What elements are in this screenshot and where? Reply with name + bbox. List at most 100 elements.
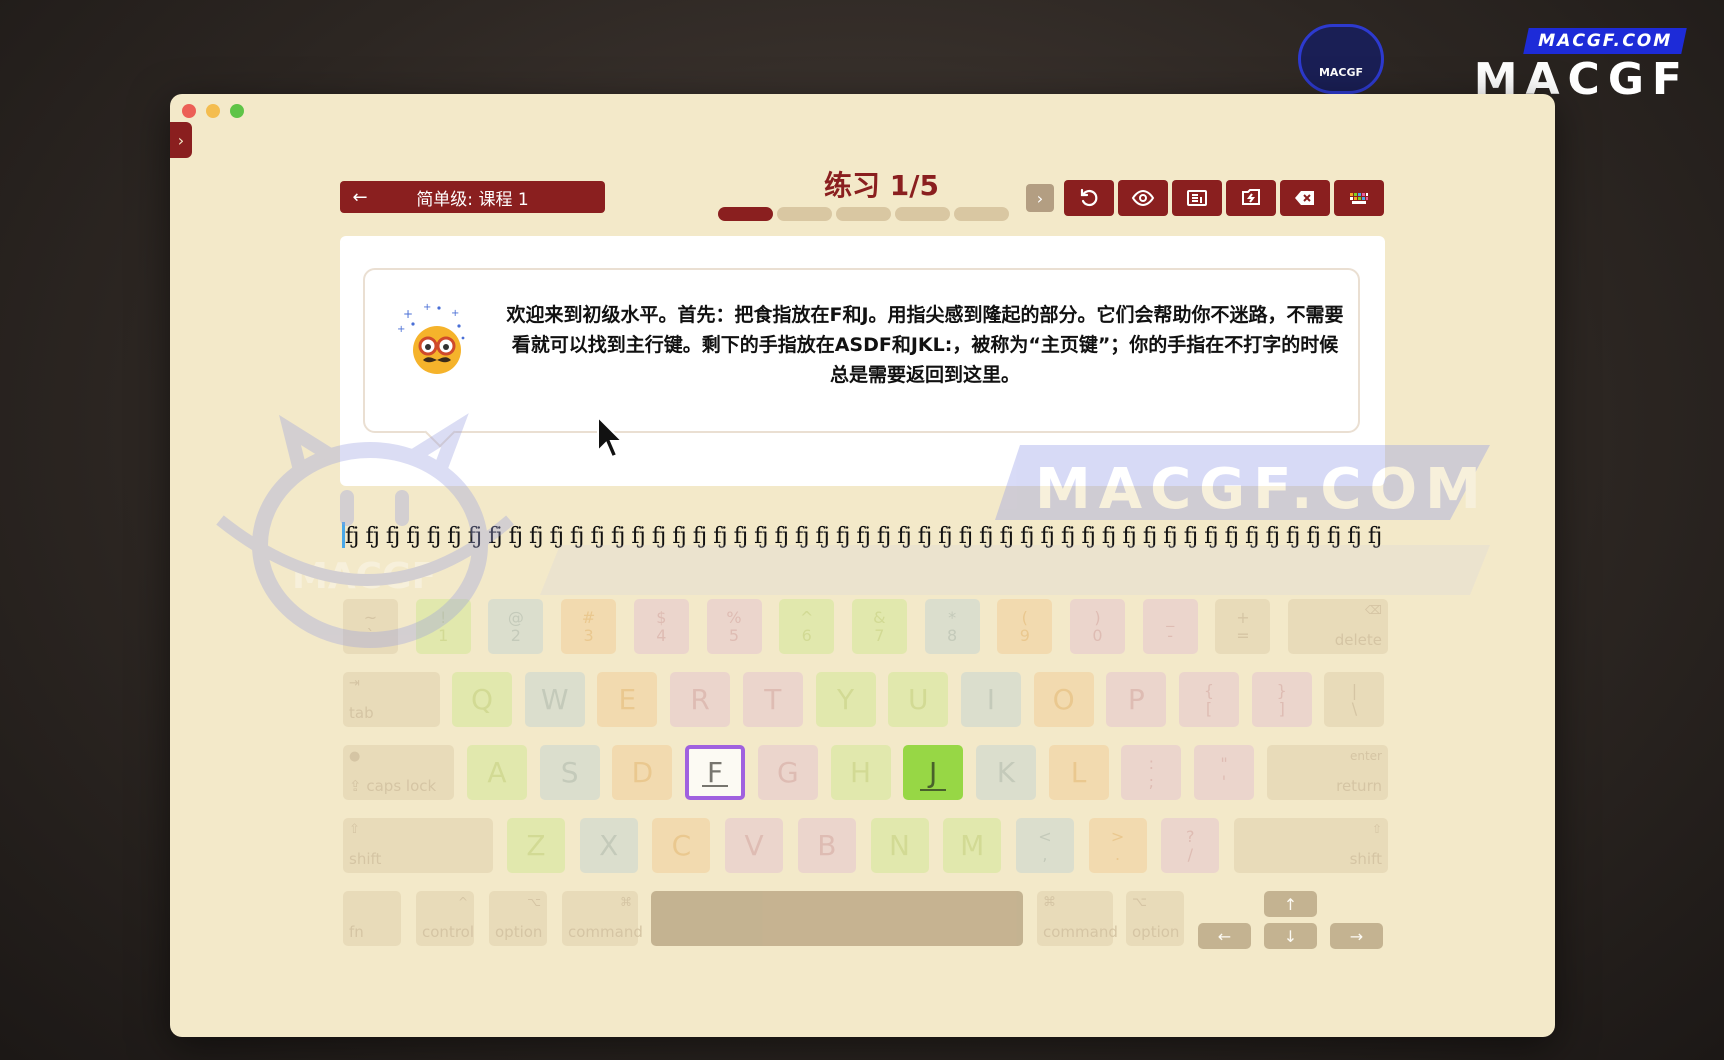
key-7[interactable]: ^ 6 — [779, 599, 835, 654]
key-i[interactable]: I — [960, 672, 1021, 727]
layout-button[interactable] — [1172, 180, 1222, 216]
key-5[interactable]: $4 — [633, 599, 689, 654]
practice-line[interactable]: fj fj fj fj fj fj fj fj fj fj fj fj fj f… — [342, 522, 1387, 549]
key-return[interactable]: enter return — [1266, 745, 1388, 800]
restart-icon — [1080, 188, 1098, 207]
key-label: return — [1336, 777, 1382, 795]
key-char: 4 — [656, 625, 667, 645]
key-space[interactable] — [651, 891, 1023, 946]
key-label: command — [1043, 923, 1118, 941]
key-u[interactable]: U — [888, 672, 949, 727]
sync-button[interactable] — [1226, 180, 1276, 216]
key-2[interactable]: ! 1 — [415, 599, 471, 654]
key-fn[interactable]: fn — [343, 891, 401, 946]
key-option-left[interactable]: ⌥ option — [489, 891, 547, 946]
key-12[interactable]: _ - — [1142, 599, 1198, 654]
key-9[interactable]: * 8 — [924, 599, 980, 654]
key-b[interactable]: B — [797, 818, 856, 873]
key-arrow-right[interactable]: → — [1330, 923, 1383, 949]
key-char: 9 — [1019, 625, 1030, 645]
key-shift-left[interactable]: ⇧ shift — [343, 818, 493, 873]
key-n[interactable]: N — [870, 818, 929, 873]
arrow-right-icon: → — [1349, 926, 1364, 946]
watermark-badge: MACGF MACGF.COM MACGF — [1298, 24, 1698, 105]
key-13[interactable]: + = — [1215, 599, 1271, 654]
key-e[interactable]: E — [597, 672, 658, 727]
key-char: W — [540, 683, 569, 716]
maximize-window-button[interactable] — [230, 104, 244, 118]
key-11[interactable]: ) 0 — [1070, 599, 1125, 654]
key-shift-char: _ — [1166, 607, 1175, 627]
progress-segment — [836, 207, 891, 221]
key-arrow-up[interactable]: ↑ — [1264, 891, 1317, 917]
key-w[interactable]: W — [524, 672, 585, 727]
key-arrow-left[interactable]: ← — [1198, 923, 1251, 949]
key-symbol[interactable]: :; — [1121, 745, 1182, 800]
show-hint-button[interactable] — [1118, 180, 1168, 216]
key-s[interactable]: S — [539, 745, 600, 800]
key-symbol[interactable]: " ' — [1194, 745, 1254, 800]
key-d[interactable]: D — [612, 745, 673, 800]
key-k[interactable]: K — [975, 745, 1036, 800]
key-p[interactable]: P — [1106, 672, 1167, 727]
key-symbol[interactable]: {[ — [1179, 672, 1239, 727]
key-m[interactable]: M — [943, 818, 1002, 873]
next-exercise-button[interactable]: › — [1026, 184, 1054, 212]
key-command-right[interactable]: ⌘ command — [1037, 891, 1118, 946]
keyboard-icon — [1350, 193, 1368, 204]
key-char: R — [690, 683, 710, 716]
app-window: › ← 简单级: 课程 1 练习 1/5 › + + + + 欢迎来到初级水平。… — [170, 94, 1555, 1037]
clear-button[interactable] — [1280, 180, 1330, 216]
key-c[interactable]: C — [652, 818, 711, 873]
key-4[interactable]: #3 — [561, 599, 617, 654]
lesson-back-button[interactable]: ← 简单级: 课程 1 — [340, 181, 605, 213]
key-char: = — [1236, 625, 1250, 645]
key-1[interactable]: ~ ` — [343, 599, 398, 654]
key-delete[interactable]: ⌫ delete — [1288, 599, 1388, 654]
key-x[interactable]: X — [579, 818, 638, 873]
key-6[interactable]: % 5 — [706, 599, 762, 654]
key-symbol[interactable]: }] — [1251, 672, 1312, 727]
key-t[interactable]: T — [742, 672, 803, 727]
key-symbol[interactable]: <, — [1015, 818, 1074, 873]
keyboard-toggle-button[interactable] — [1334, 180, 1384, 216]
key-z[interactable]: Z — [507, 818, 565, 873]
key-l[interactable]: L — [1048, 745, 1109, 800]
key-symbol[interactable]: | \ — [1324, 672, 1385, 727]
key-shift-right[interactable]: ⇧ shift — [1234, 818, 1388, 873]
key-h[interactable]: H — [830, 745, 891, 800]
exercise-title: 练习 1/5 — [824, 169, 939, 202]
key-command-left[interactable]: ⌘ command — [562, 891, 643, 946]
key-shift-char: @ — [507, 607, 524, 627]
key-arrow-down[interactable]: ↓ — [1264, 923, 1317, 949]
key-option-right[interactable]: ⌥ option — [1126, 891, 1184, 946]
key-shift-char: # — [581, 607, 596, 627]
key-8[interactable]: & 7 — [851, 599, 907, 654]
key-control[interactable]: ^ control — [416, 891, 474, 946]
key-char: ' — [1221, 771, 1227, 791]
shift-icon: ⇧ — [1371, 822, 1382, 836]
key-f[interactable]: F — [685, 745, 746, 800]
key-shift-char: " — [1220, 753, 1228, 773]
key-a[interactable]: A — [467, 745, 527, 800]
minimize-window-button[interactable] — [206, 104, 220, 118]
key-symbol[interactable]: >. — [1088, 818, 1147, 873]
key-char: 6 — [801, 625, 812, 645]
key-tab[interactable]: ⇥ tab — [343, 672, 440, 727]
key-3[interactable]: @2 — [488, 599, 544, 654]
key-shift-char: & — [873, 607, 886, 627]
key-q[interactable]: Q — [452, 672, 512, 727]
restart-button[interactable] — [1064, 180, 1114, 216]
key-j[interactable]: J — [903, 745, 964, 800]
key-10[interactable]: (9 — [997, 599, 1053, 654]
key-g[interactable]: G — [757, 745, 818, 800]
key-y[interactable]: Y — [815, 672, 876, 727]
sidebar-toggle-button[interactable]: › — [170, 122, 192, 158]
key-symbol[interactable]: ? / — [1161, 818, 1220, 873]
close-window-button[interactable] — [182, 104, 196, 118]
key-r[interactable]: R — [670, 672, 731, 727]
key-char: P — [1127, 683, 1145, 716]
key-caps-lock[interactable]: ● ⇪ caps lock — [343, 745, 454, 800]
key-o[interactable]: O — [1033, 672, 1094, 727]
key-v[interactable]: V — [725, 818, 784, 873]
